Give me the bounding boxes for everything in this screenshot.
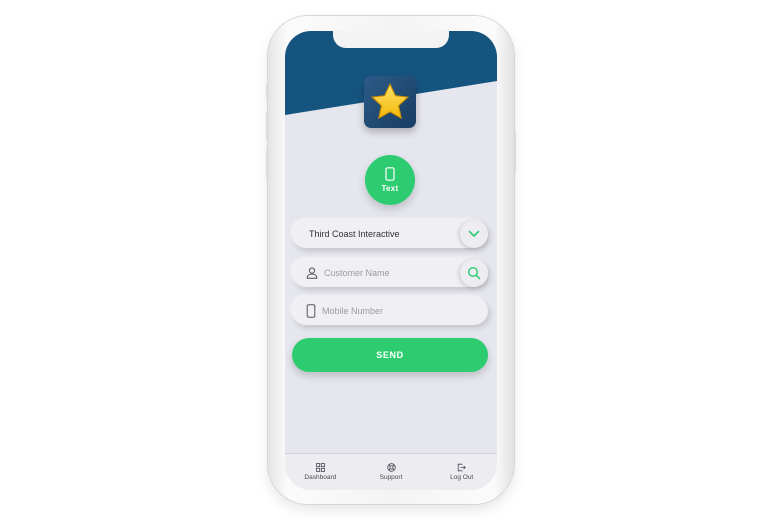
search-icon [467,266,481,280]
tab-logout-label: Log Out [450,474,474,481]
mobile-number-placeholder: Mobile Number [322,306,384,316]
mobile-number-field[interactable]: Mobile Number [292,297,488,325]
company-select-value: Third Coast Interactive [309,229,400,239]
tab-dashboard[interactable]: Dashboard [285,454,356,490]
customer-name-placeholder: Customer Name [324,268,390,278]
company-dropdown-button[interactable] [460,220,488,248]
text-mode-label: Text [381,184,399,193]
company-select[interactable]: Third Coast Interactive [292,220,488,248]
phone-side-button [266,112,269,140]
phone-icon [306,304,316,318]
user-icon [306,267,318,279]
phone-side-button [266,84,269,98]
tab-support[interactable]: Support [356,454,427,490]
tab-logout[interactable]: Log Out [426,454,497,490]
phone-side-button [513,130,516,174]
customer-name-field[interactable]: Customer Name [292,259,488,287]
app-logo [364,76,416,128]
bottom-tab-bar: Dashboard Support Log Out [285,453,497,490]
star-icon [370,82,410,120]
tab-dashboard-label: Dashboard [304,474,337,481]
phone-icon [385,167,395,181]
customer-search-button[interactable] [460,259,488,287]
phone-screen: Text Third Coast Interactive Customer Na… [285,31,497,490]
lifebuoy-icon [386,463,396,472]
phone-notch [333,31,449,48]
text-mode-button[interactable]: Text [365,155,415,205]
phone-side-button [266,150,269,178]
grid-icon [315,463,325,472]
tab-support-label: Support [379,474,403,481]
chevron-down-icon [468,230,480,237]
send-button[interactable]: SEND [292,338,488,372]
logout-icon [457,463,467,472]
